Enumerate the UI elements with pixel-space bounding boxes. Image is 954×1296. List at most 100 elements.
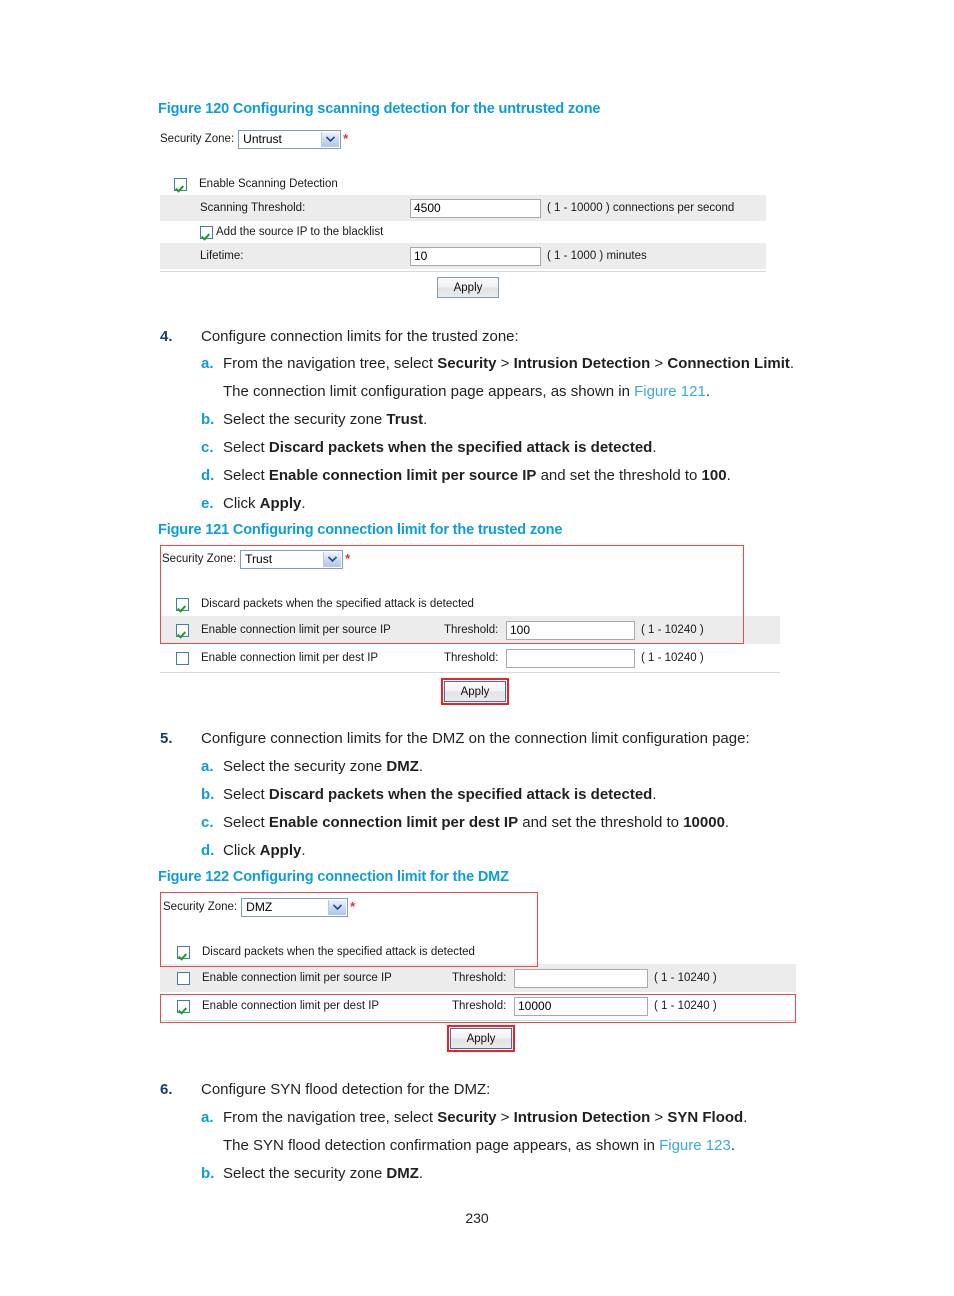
apply-button-highlight: Apply	[441, 678, 509, 705]
step-5d: d. Click Apply.	[201, 837, 941, 864]
discard-packets-checkbox[interactable]	[176, 597, 189, 611]
step-6b: b. Select the security zone DMZ.	[201, 1160, 941, 1187]
dest-threshold-input[interactable]	[506, 648, 635, 668]
apply-button[interactable]: Apply	[444, 681, 506, 702]
step-4-text: Configure connection limits for the trus…	[201, 328, 519, 345]
figure-123-link[interactable]: Figure 123	[659, 1137, 731, 1154]
security-zone-select[interactable]: DMZ	[241, 897, 349, 917]
step-4c-text: Select Discard packets when the specifie…	[201, 439, 657, 456]
dest-threshold-label: Threshold:	[452, 1000, 507, 1012]
step-4a-cont-period: .	[705, 383, 710, 400]
step-4d-bold-1: Enable connection limit per source IP	[268, 467, 537, 484]
step-6-number: 6.	[160, 1081, 173, 1098]
step-6b-text-1: Select the security zone	[223, 1165, 387, 1182]
step-4b-period: .	[423, 411, 428, 428]
step-5b: b. Select Discard packets when the speci…	[201, 781, 941, 808]
step-6a-gt-2: >	[650, 1109, 668, 1126]
discard-packets-label: Discard packets when the specified attac…	[202, 946, 475, 958]
required-asterisk: *	[350, 899, 356, 914]
step-4a-period: .	[789, 355, 795, 372]
limit-per-source-ip-checkbox[interactable]	[177, 971, 190, 985]
scanning-threshold-input[interactable]: 4500	[410, 198, 541, 218]
step-6-text: Configure SYN flood detection for the DM…	[201, 1081, 491, 1098]
step-4a-text-1: From the navigation tree, select	[223, 355, 438, 372]
source-threshold-input[interactable]	[514, 968, 648, 988]
step-4: 4. Configure connection limits for the t…	[160, 323, 920, 350]
step-5d-period: .	[301, 842, 306, 859]
step-4a-gt-2: >	[650, 355, 668, 372]
step-4e-text-1: Click	[223, 495, 260, 512]
security-zone-value: Untrust	[243, 131, 282, 146]
lifetime-input[interactable]: 10	[410, 246, 541, 266]
step-4a-bold-1: Security	[437, 355, 497, 372]
figure-121-link[interactable]: Figure 121	[634, 383, 706, 400]
step-4e-letter: e.	[201, 495, 214, 512]
step-5c-letter: c.	[201, 814, 214, 831]
step-6a: a. From the navigation tree, select Secu…	[201, 1104, 941, 1131]
apply-button-highlight: Apply	[447, 1025, 515, 1052]
step-6a-cont-period: .	[730, 1137, 735, 1154]
security-zone-select[interactable]: Trust	[240, 549, 344, 569]
enable-scanning-detection-checkbox[interactable]	[174, 177, 187, 191]
limit-per-source-ip-label: Enable connection limit per source IP	[201, 624, 391, 636]
figure-120-screenshot: Security Zone: Untrust * Enable Scanning…	[160, 128, 780, 298]
chevron-down-icon	[321, 131, 340, 147]
dest-threshold-hint: ( 1 - 10240 )	[654, 1000, 717, 1012]
limit-per-source-ip-label: Enable connection limit per source IP	[202, 972, 392, 984]
step-6a-text-1: From the navigation tree, select	[223, 1109, 438, 1126]
step-5c-text-1: Select	[223, 814, 269, 831]
figure-122-screenshot: Security Zone: DMZ * Discard packets whe…	[160, 892, 815, 1052]
figure-121-screenshot: Security Zone: Trust * Discard packets w…	[160, 545, 800, 705]
dest-threshold-input[interactable]: 10000	[514, 996, 648, 1016]
step-5a-letter: a.	[201, 758, 214, 775]
limit-per-source-ip-checkbox[interactable]	[176, 623, 189, 637]
step-6a-gt-1: >	[496, 1109, 514, 1126]
lifetime-hint: ( 1 - 1000 ) minutes	[547, 250, 647, 262]
step-4d-period: .	[726, 467, 731, 484]
figure-122-security-zone-row: Security Zone: DMZ *	[160, 896, 815, 918]
discard-packets-label: Discard packets when the specified attac…	[201, 598, 474, 610]
step-5d-text: Click Apply.	[201, 842, 306, 859]
figure-121-apply-wrap: Apply	[441, 678, 509, 705]
limit-per-dest-ip-label: Enable connection limit per dest IP	[202, 1000, 380, 1012]
required-asterisk: *	[343, 131, 349, 146]
step-5c-text: Select Enable connection limit per dest …	[201, 814, 729, 831]
figure-121-source-ip-row: Enable connection limit per source IP Th…	[160, 616, 780, 644]
step-6a-continuation: The SYN flood detection confirmation pag…	[201, 1132, 941, 1159]
apply-button[interactable]: Apply	[450, 1028, 512, 1049]
step-4b: b. Select the security zone Trust.	[201, 406, 941, 433]
figure-122-discard-row: Discard packets when the specified attac…	[160, 940, 796, 964]
discard-packets-checkbox[interactable]	[177, 945, 190, 959]
divider	[160, 271, 766, 272]
step-5a-text: Select the security zone DMZ.	[201, 758, 423, 775]
security-zone-label: Security Zone:	[162, 553, 237, 565]
step-6a-bold-1: Security	[437, 1109, 497, 1126]
figure-121-security-zone-row: Security Zone: Trust *	[160, 548, 800, 570]
limit-per-dest-ip-checkbox[interactable]	[176, 651, 189, 665]
step-6: 6. Configure SYN flood detection for the…	[160, 1076, 920, 1103]
source-threshold-label: Threshold:	[452, 972, 507, 984]
step-4e: e. Click Apply.	[201, 490, 941, 517]
source-threshold-label: Threshold:	[444, 624, 499, 636]
step-5-text: Configure connection limits for the DMZ …	[201, 730, 750, 747]
chevron-down-icon	[328, 899, 347, 915]
step-4e-bold: Apply	[259, 495, 302, 512]
source-threshold-input[interactable]: 100	[506, 620, 635, 640]
step-6a-cont-text: The SYN flood detection confirmation pag…	[201, 1137, 735, 1154]
step-4b-text-1: Select the security zone	[223, 411, 387, 428]
required-asterisk: *	[345, 551, 351, 566]
step-4a-continuation: The connection limit configuration page …	[201, 378, 941, 405]
apply-button[interactable]: Apply	[437, 277, 499, 298]
step-5-number: 5.	[160, 730, 173, 747]
step-5b-text-1: Select	[223, 786, 269, 803]
security-zone-select[interactable]: Untrust	[238, 129, 342, 149]
figure-122-caption: Figure 122 Configuring connection limit …	[158, 869, 509, 885]
page-number: 230	[465, 1210, 489, 1226]
limit-per-dest-ip-label: Enable connection limit per dest IP	[201, 652, 379, 664]
add-source-ip-blacklist-checkbox[interactable]	[200, 225, 213, 239]
step-4a-text: From the navigation tree, select Securit…	[201, 355, 794, 372]
figure-120-blacklist-row: Add the source IP to the blacklist	[160, 221, 766, 243]
limit-per-dest-ip-checkbox[interactable]	[177, 999, 190, 1013]
step-6b-text: Select the security zone DMZ.	[201, 1165, 423, 1182]
step-6a-bold-3: SYN Flood	[667, 1109, 744, 1126]
